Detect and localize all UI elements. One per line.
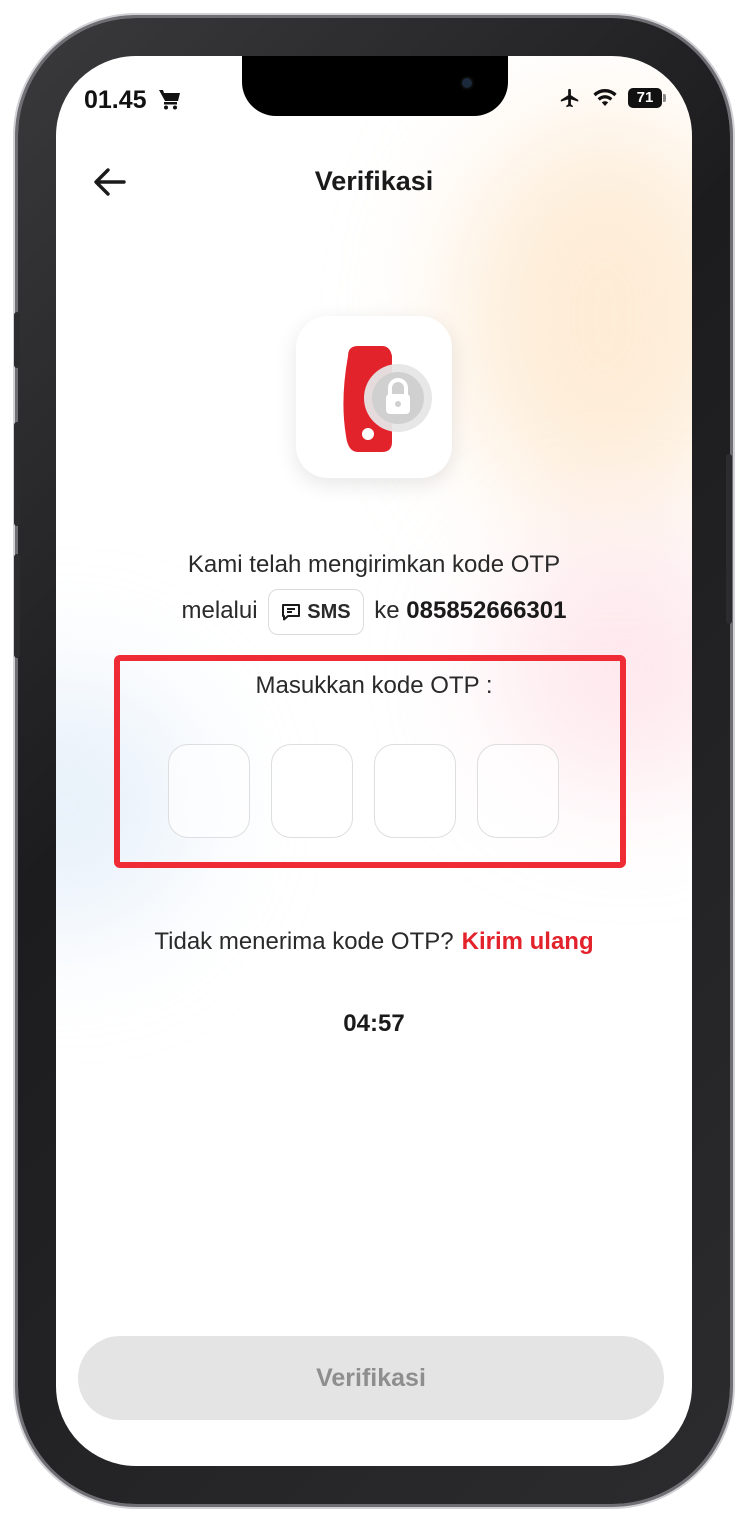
countdown-timer: 04:57 bbox=[343, 1010, 405, 1037]
resend-row: Tidak menerima kode OTP? Kirim ulang bbox=[154, 928, 594, 955]
chat-icon bbox=[282, 603, 301, 621]
front-camera bbox=[460, 76, 474, 90]
volume-up-button bbox=[14, 422, 20, 526]
otp-sent-message: Kami telah mengirimkan kode OTP melalui … bbox=[56, 542, 692, 635]
notch bbox=[242, 56, 508, 116]
phone-lock-icon bbox=[343, 346, 432, 452]
otp-digit-3[interactable] bbox=[374, 744, 456, 838]
otp-lock-illustration bbox=[296, 316, 452, 478]
otp-digit-4[interactable] bbox=[477, 744, 559, 838]
cart-icon bbox=[158, 90, 180, 110]
airplane-icon bbox=[560, 88, 579, 108]
page-title: Verifikasi bbox=[314, 166, 434, 196]
silent-switch bbox=[14, 312, 20, 368]
verify-button[interactable]: Verifikasi bbox=[78, 1336, 664, 1420]
otp-digit-1[interactable] bbox=[168, 744, 250, 838]
power-button bbox=[726, 454, 732, 624]
status-time: 01.45 bbox=[84, 86, 182, 115]
battery-icon: 71 bbox=[628, 88, 666, 108]
otp-label: Masukkan kode OTP : bbox=[255, 672, 493, 699]
phone-number: 085852666301 bbox=[406, 597, 567, 624]
wifi-icon bbox=[593, 89, 617, 106]
app-screen: 01.45 71 Verifikasi Kami telah mengirimk… bbox=[56, 56, 692, 1466]
resend-otp-link[interactable]: Kirim ulang bbox=[462, 928, 594, 955]
volume-down-button bbox=[14, 554, 20, 658]
otp-input-group bbox=[168, 744, 559, 838]
status-icons: 71 bbox=[558, 87, 666, 109]
sms-channel-badge: SMS bbox=[268, 588, 364, 635]
otp-digit-2[interactable] bbox=[271, 744, 353, 838]
